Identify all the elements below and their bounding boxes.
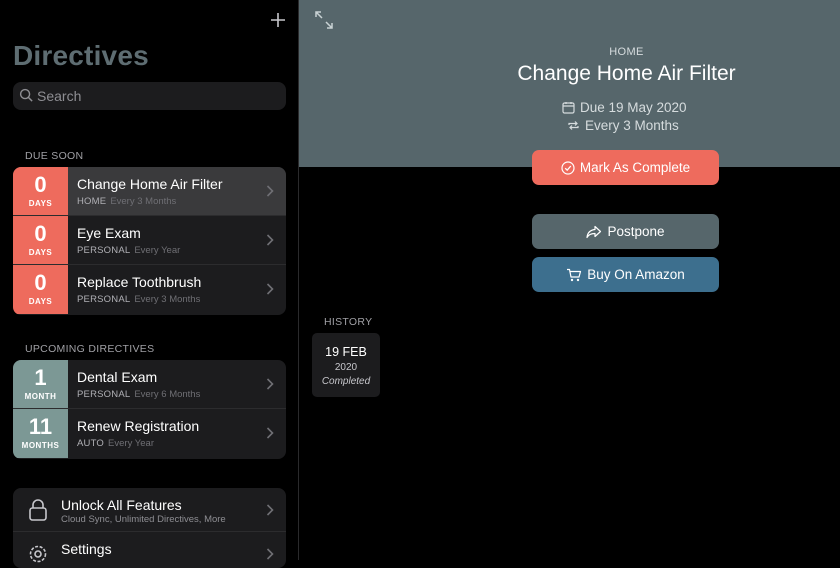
badge-unit: DAYS	[28, 199, 53, 208]
directive-name: Dental Exam	[77, 369, 158, 385]
badge-unit: DAYS	[28, 248, 53, 257]
due-date-text: Due 19 May 2020	[580, 100, 687, 115]
mark-complete-label: Mark As Complete	[579, 160, 691, 175]
repeat-frequency-text: Every 3 Months	[585, 118, 679, 133]
history-date: 19 FEB	[325, 345, 367, 359]
upcoming-list: 1 MONTH Dental Exam PERSONAL Every 6 Mont…	[13, 360, 286, 459]
list-item[interactable]: 11 MONTHS Renew Registration AUTO Every Y…	[13, 409, 286, 458]
search-input[interactable]: Search	[13, 82, 286, 110]
unlock-title: Unlock All Features	[61, 497, 182, 513]
chevron-right-icon	[266, 185, 274, 197]
list-item[interactable]: 0 DAYS Change Home Air Filter HOME Every …	[13, 167, 286, 216]
list-item[interactable]: 0 DAYS Replace Toothbrush PERSONAL Every …	[13, 265, 286, 314]
check-circle-icon	[561, 161, 575, 175]
chevron-right-icon	[266, 378, 274, 390]
directive-category: PERSONAL	[77, 294, 131, 305]
upcoming-section-label: UPCOMING DIRECTIVES	[25, 343, 155, 355]
postpone-button[interactable]: Postpone	[532, 214, 719, 249]
chevron-right-icon	[266, 427, 274, 439]
directive-meta: PERSONAL Every 6 Months	[77, 389, 200, 400]
detail-title: Change Home Air Filter	[517, 62, 736, 85]
directive-category: PERSONAL	[77, 389, 131, 400]
settings-item[interactable]: Settings	[13, 532, 286, 568]
days-badge: 0 DAYS	[13, 167, 68, 215]
badge-count: 11	[28, 414, 53, 439]
badge-unit: MONTH	[24, 392, 57, 401]
list-item[interactable]: 0 DAYS Eye Exam PERSONAL Every Year	[13, 216, 286, 265]
lock-icon	[29, 499, 47, 521]
share-arrow-icon	[586, 225, 602, 239]
badge-unit: MONTHS	[21, 441, 60, 450]
history-status: Completed	[321, 376, 371, 387]
directive-name: Replace Toothbrush	[77, 274, 202, 290]
unlock-subtitle: Cloud Sync, Unlimited Directives, More	[61, 514, 226, 525]
directive-frequency: Every 3 Months	[110, 196, 177, 207]
mark-complete-button[interactable]: Mark As Complete	[532, 150, 719, 185]
history-year: 2020	[334, 362, 358, 373]
chevron-right-icon	[266, 504, 274, 516]
directive-meta: AUTO Every Year	[77, 438, 154, 449]
due-date: Due 19 May 2020	[562, 100, 687, 115]
directive-meta: PERSONAL Every 3 Months	[77, 294, 200, 305]
badge-count: 0	[34, 221, 47, 246]
directive-category: PERSONAL	[77, 245, 131, 256]
badge-unit: DAYS	[28, 297, 53, 306]
buy-on-amazon-button[interactable]: Buy On Amazon	[532, 257, 719, 292]
sidebar: Directives Search DUE SOON 0 DAYS Change…	[0, 0, 298, 568]
days-badge: 0 DAYS	[13, 265, 68, 314]
detail-pane: HOME Change Home Air Filter Due 19 May 2…	[299, 0, 840, 560]
chevron-right-icon	[266, 548, 274, 560]
directive-name: Eye Exam	[77, 225, 141, 241]
directive-frequency: Every Year	[108, 438, 154, 449]
directive-name: Change Home Air Filter	[77, 176, 223, 192]
detail-category: HOME	[609, 46, 644, 58]
expand-icon[interactable]	[314, 10, 334, 30]
badge-count: 0	[34, 270, 47, 295]
features-list: Unlock All Features Cloud Sync, Unlimite…	[13, 488, 286, 568]
search-icon	[19, 88, 33, 102]
gear-icon	[29, 545, 47, 563]
postpone-label: Postpone	[607, 224, 665, 239]
due-soon-section-label: DUE SOON	[25, 150, 84, 162]
directive-name: Renew Registration	[77, 418, 200, 434]
directive-meta: PERSONAL Every Year	[77, 245, 180, 256]
add-directive-button[interactable]	[266, 8, 290, 32]
badge-count: 0	[34, 172, 47, 197]
history-section-label: HISTORY	[324, 316, 373, 328]
months-badge: 11 MONTHS	[13, 409, 68, 458]
history-entry[interactable]: 19 FEB 2020 Completed	[312, 333, 380, 397]
months-badge: 1 MONTH	[13, 360, 68, 408]
days-badge: 0 DAYS	[13, 216, 68, 264]
directive-category: AUTO	[77, 438, 105, 449]
chevron-right-icon	[266, 283, 274, 295]
settings-title: Settings	[61, 541, 112, 557]
cart-icon	[567, 268, 582, 282]
chevron-right-icon	[266, 234, 274, 246]
search-placeholder: Search	[37, 88, 82, 104]
directive-meta: HOME Every 3 Months	[77, 196, 176, 207]
detail-header: HOME Change Home Air Filter Due 19 May 2…	[299, 0, 840, 167]
repeat-frequency: Every 3 Months	[567, 118, 679, 133]
plus-icon	[271, 13, 285, 27]
repeat-icon	[568, 121, 579, 130]
calendar-icon	[562, 102, 575, 114]
list-item[interactable]: 1 MONTH Dental Exam PERSONAL Every 6 Mont…	[13, 360, 286, 409]
unlock-features-item[interactable]: Unlock All Features Cloud Sync, Unlimite…	[13, 488, 286, 532]
directive-frequency: Every 6 Months	[134, 389, 201, 400]
page-title: Directives	[13, 40, 149, 71]
directive-frequency: Every Year	[134, 245, 181, 256]
directive-frequency: Every 3 Months	[134, 294, 201, 305]
badge-count: 1	[34, 365, 47, 390]
directive-category: HOME	[77, 196, 107, 207]
buy-on-amazon-label: Buy On Amazon	[587, 267, 685, 282]
due-soon-list: 0 DAYS Change Home Air Filter HOME Every …	[13, 167, 286, 315]
